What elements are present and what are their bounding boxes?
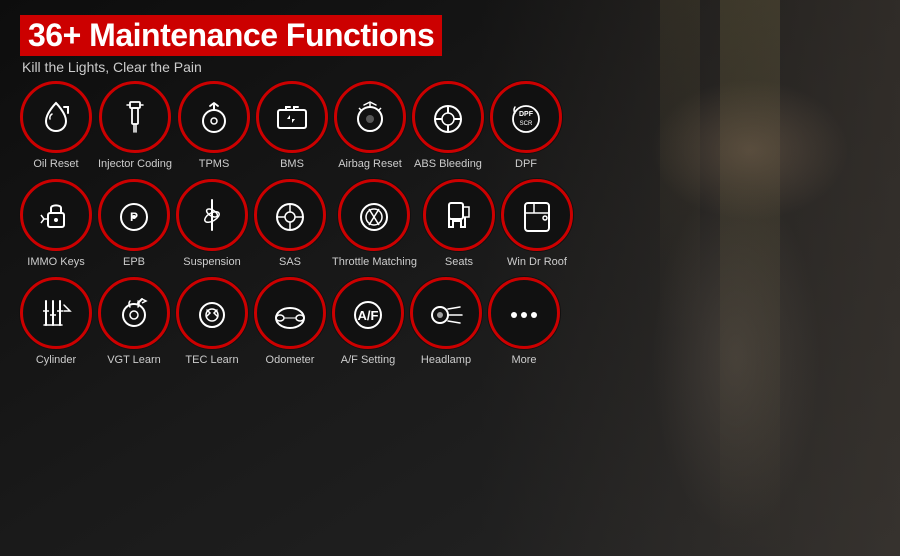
icon-label-more: More <box>511 354 536 367</box>
icon-item-throttle-matching[interactable]: Throttle Matching <box>332 179 417 269</box>
icon-circle-headlamp <box>410 277 482 349</box>
title-line: 36+ Maintenance Functions <box>20 15 880 56</box>
icon-circle-airbag-reset <box>334 81 406 153</box>
icon-label-win-dr-roof: Win Dr Roof <box>507 256 567 269</box>
icon-label-sas: SAS <box>279 256 301 269</box>
icon-row-3: Cylinder VGT Learn TEC Learn Odometer A/… <box>20 277 880 367</box>
icon-item-abs-bleeding[interactable]: ABS Bleeding <box>412 81 484 171</box>
icon-label-odometer: Odometer <box>266 354 315 367</box>
icon-label-epb: EPB <box>123 256 145 269</box>
icon-item-sas[interactable]: SAS <box>254 179 326 269</box>
icon-item-tec-learn[interactable]: TEC Learn <box>176 277 248 367</box>
icon-label-immo-keys: IMMO Keys <box>27 256 84 269</box>
svg-text:SCR: SCR <box>520 121 533 127</box>
icon-circle-more <box>488 277 560 349</box>
icon-item-cylinder[interactable]: Cylinder <box>20 277 92 367</box>
icon-row-1: Oil Reset Injector Coding TPMS BMS Airba… <box>20 81 880 171</box>
icon-item-tpms[interactable]: TPMS <box>178 81 250 171</box>
icon-item-oil-reset[interactable]: Oil Reset <box>20 81 92 171</box>
icon-item-epb[interactable]: P EPB <box>98 179 170 269</box>
icon-circle-throttle-matching <box>338 179 410 251</box>
icon-circle-dpf: DPF SCR <box>490 81 562 153</box>
icon-label-injector-coding: Injector Coding <box>98 158 172 171</box>
icon-item-headlamp[interactable]: Headlamp <box>410 277 482 367</box>
icon-item-seats[interactable]: Seats <box>423 179 495 269</box>
icon-label-suspension: Suspension <box>183 256 241 269</box>
svg-text:DPF: DPF <box>519 111 534 118</box>
icon-item-win-dr-roof[interactable]: Win Dr Roof <box>501 179 573 269</box>
main-content: 36+ Maintenance Functions Kill the Light… <box>0 0 900 556</box>
icon-circle-tpms <box>178 81 250 153</box>
icon-item-odometer[interactable]: Odometer <box>254 277 326 367</box>
title-highlight: 36+ Maintenance Functions <box>20 15 442 56</box>
icon-circle-oil-reset <box>20 81 92 153</box>
svg-text:A/F: A/F <box>358 308 379 323</box>
icon-label-tpms: TPMS <box>199 158 230 171</box>
icon-label-abs-bleeding: ABS Bleeding <box>414 158 482 171</box>
icon-label-oil-reset: Oil Reset <box>33 158 78 171</box>
icon-item-injector-coding[interactable]: Injector Coding <box>98 81 172 171</box>
icon-item-dpf[interactable]: DPF SCR DPF <box>490 81 562 171</box>
icon-rows: Oil Reset Injector Coding TPMS BMS Airba… <box>20 81 880 368</box>
svg-text:P: P <box>130 210 138 224</box>
icon-label-seats: Seats <box>445 256 473 269</box>
icon-circle-odometer <box>254 277 326 349</box>
icon-circle-seats <box>423 179 495 251</box>
icon-circle-bms <box>256 81 328 153</box>
icon-circle-abs-bleeding <box>412 81 484 153</box>
icon-item-suspension[interactable]: Suspension <box>176 179 248 269</box>
subtitle: Kill the Lights, Clear the Pain <box>22 59 880 75</box>
icon-item-more[interactable]: More <box>488 277 560 367</box>
icon-item-immo-keys[interactable]: IMMO Keys <box>20 179 92 269</box>
icon-circle-injector-coding <box>99 81 171 153</box>
icon-item-bms[interactable]: BMS <box>256 81 328 171</box>
icon-item-af-setting[interactable]: A/F A/F Setting <box>332 277 404 367</box>
icon-label-headlamp: Headlamp <box>421 354 471 367</box>
icon-item-airbag-reset[interactable]: Airbag Reset <box>334 81 406 171</box>
icon-circle-suspension <box>176 179 248 251</box>
icon-label-throttle-matching: Throttle Matching <box>332 256 417 269</box>
icon-label-af-setting: A/F Setting <box>341 354 395 367</box>
icon-circle-sas <box>254 179 326 251</box>
icon-circle-win-dr-roof <box>501 179 573 251</box>
icon-circle-cylinder <box>20 277 92 349</box>
icon-circle-immo-keys <box>20 179 92 251</box>
icon-item-vgt-learn[interactable]: VGT Learn <box>98 277 170 367</box>
icon-label-cylinder: Cylinder <box>36 354 76 367</box>
icon-circle-epb: P <box>98 179 170 251</box>
icon-label-tec-learn: TEC Learn <box>185 354 238 367</box>
icon-label-vgt-learn: VGT Learn <box>107 354 161 367</box>
icon-label-bms: BMS <box>280 158 304 171</box>
icon-circle-tec-learn <box>176 277 248 349</box>
header: 36+ Maintenance Functions Kill the Light… <box>20 15 880 75</box>
icon-label-dpf: DPF <box>515 158 537 171</box>
icon-label-airbag-reset: Airbag Reset <box>338 158 402 171</box>
icon-circle-vgt-learn <box>98 277 170 349</box>
icon-row-2: IMMO Keys P EPB Suspension SAS Throttle … <box>20 179 880 269</box>
icon-circle-af-setting: A/F <box>332 277 404 349</box>
